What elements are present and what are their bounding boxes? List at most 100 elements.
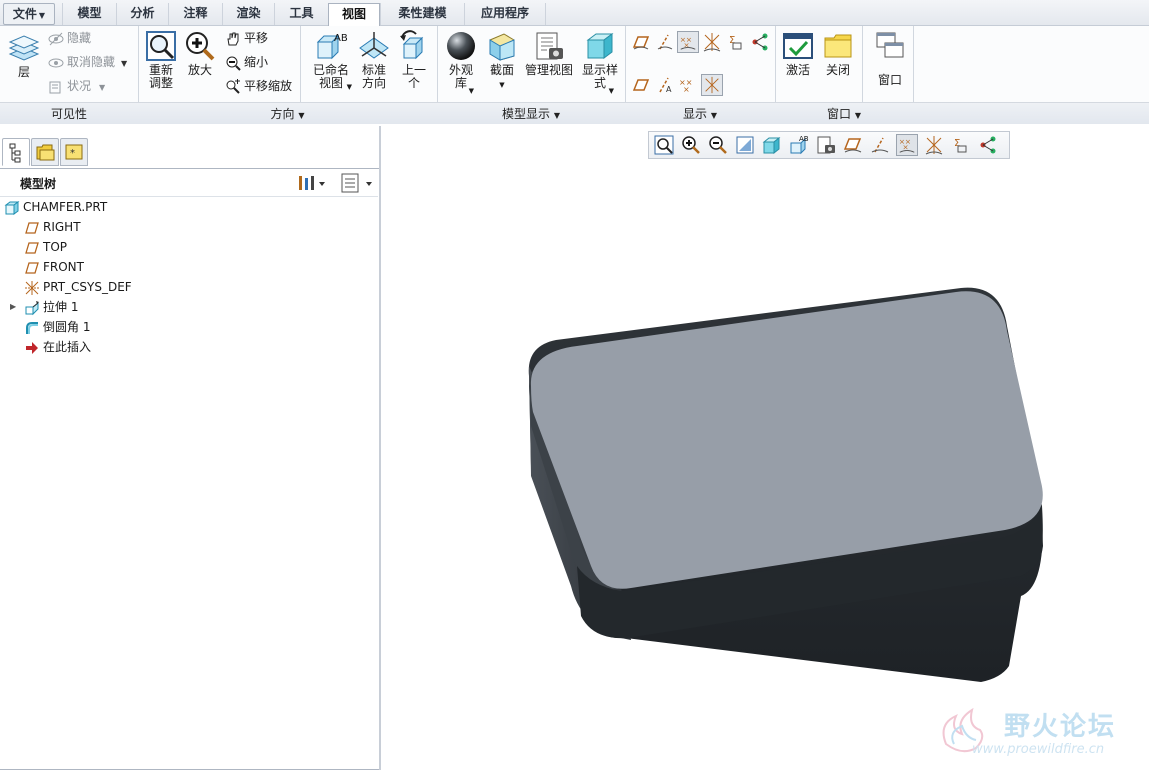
zoom-in-button[interactable]: 放大 — [183, 30, 217, 77]
standard-orientation-button[interactable]: 标准 方向 — [356, 30, 392, 90]
graphics-viewport[interactable] — [381, 126, 1149, 770]
tab-render[interactable]: 渲染 — [222, 3, 274, 25]
zoom-in-icon[interactable] — [680, 134, 702, 156]
tree-item-round[interactable]: 倒圆角 1 — [24, 318, 90, 336]
tab-model[interactable]: 模型 — [62, 3, 116, 25]
section-button[interactable]: 截面 ▼ — [484, 30, 520, 89]
view-manager-icon[interactable] — [815, 134, 837, 156]
3d-notes-icon[interactable] — [977, 134, 999, 156]
unhide-button[interactable]: 取消隐藏 ▼ — [48, 54, 127, 72]
chevron-down-icon: ▼ — [499, 81, 505, 89]
csys-tag-display-icon[interactable] — [701, 74, 723, 96]
navigator-tabs: * — [0, 138, 92, 168]
datum-plane-icon — [25, 241, 39, 254]
saved-orientations-icon[interactable]: AB — [788, 134, 810, 156]
repaint-icon[interactable] — [734, 134, 756, 156]
group-label-orientation[interactable]: 方向 ▼ — [138, 106, 437, 122]
csys-display-icon[interactable] — [923, 134, 945, 156]
tab-folder-browser[interactable] — [31, 138, 59, 166]
3d-notes-icon[interactable] — [749, 31, 771, 53]
tree-item-extrude[interactable]: 拉伸 1 — [24, 298, 78, 316]
hide-label: 隐藏 — [67, 31, 92, 45]
tree-item-label: TOP — [43, 240, 68, 254]
tree-item-label: CHAMFER.PRT — [23, 200, 108, 214]
tab-applications[interactable]: 应用程序 — [464, 3, 546, 25]
zoom-in-label: 放大 — [187, 63, 212, 77]
point-tag-display-icon[interactable]: ××× — [677, 74, 699, 96]
pan-zoom-icon — [226, 78, 240, 94]
standard-orientation-label: 标准 方向 — [361, 63, 386, 90]
zoom-out-icon — [226, 56, 241, 71]
tools-settings-icon — [299, 176, 325, 190]
point-display-icon[interactable]: ××× — [677, 31, 699, 53]
zoom-in-icon — [186, 32, 215, 61]
group-separator — [300, 26, 301, 102]
display-style-icon[interactable] — [761, 134, 783, 156]
named-views-button[interactable]: AB 已命名 视图 ▼ — [308, 30, 354, 91]
axis-display-icon[interactable] — [654, 31, 676, 53]
svg-text:AB: AB — [334, 33, 348, 44]
refit-button[interactable]: 重新 调整 — [143, 30, 179, 90]
tree-item-label: PRT_CSYS_DEF — [43, 280, 132, 294]
axis-tag-display-icon[interactable]: A — [654, 74, 676, 96]
tree-settings-button[interactable] — [296, 173, 326, 196]
tab-model-tree[interactable] — [2, 138, 30, 166]
csys-display-icon[interactable] — [701, 31, 723, 53]
file-menu-button[interactable]: 文件 ▼ — [3, 3, 55, 25]
ribbon-group-labels: 可见性 方向 ▼ 模型显示 ▼ 显示 ▼ 窗口 ▼ — [0, 102, 1149, 124]
appearance-gallery-button[interactable]: 外观 库 ▼ — [442, 30, 480, 95]
status-button[interactable]: 状况 ▼ — [48, 78, 105, 96]
plane-display-icon[interactable] — [842, 134, 864, 156]
group-label-window[interactable]: 窗口 ▼ — [775, 106, 913, 122]
model-tree-icon — [9, 143, 21, 163]
pan-label: 平移 — [244, 31, 269, 45]
tree-item-part[interactable]: CHAMFER.PRT — [4, 198, 107, 216]
plane-tag-display-icon[interactable] — [630, 74, 652, 96]
tree-item-right[interactable]: RIGHT — [24, 218, 81, 236]
previous-view-button[interactable]: 上一 个 — [396, 30, 432, 90]
view-manager-icon — [536, 32, 563, 60]
tree-item-top[interactable]: TOP — [24, 238, 67, 256]
tree-item-insert-here[interactable]: 在此插入 — [24, 338, 91, 356]
pan-button[interactable]: 平移 — [225, 30, 268, 47]
spin-center-icon[interactable]: Σ — [725, 31, 747, 53]
zoom-out-button[interactable]: 缩小 — [225, 54, 268, 71]
tree-item-front[interactable]: FRONT — [24, 258, 84, 276]
previous-view-icon — [400, 30, 424, 60]
window-group-text: 窗口 — [827, 107, 852, 121]
windows-button[interactable]: 窗口 — [870, 30, 910, 87]
group-label-model-display[interactable]: 模型显示 ▼ — [437, 106, 625, 122]
orientation-group-text: 方向 — [270, 107, 295, 121]
pan-zoom-button[interactable]: 平移缩放 — [225, 78, 292, 95]
tab-tools[interactable]: 工具 — [274, 3, 328, 25]
tab-annotate[interactable]: 注释 — [168, 3, 222, 25]
view-manager-button[interactable]: 管理视图 — [522, 30, 576, 77]
insert-here-icon — [26, 341, 38, 354]
zoom-out-icon[interactable] — [707, 134, 729, 156]
tree-show-button[interactable] — [340, 173, 374, 196]
tree-item-csys[interactable]: PRT_CSYS_DEF — [24, 278, 132, 296]
activate-label: 激活 — [785, 63, 810, 77]
chevron-down-icon: ▼ — [121, 59, 128, 68]
tab-favorites[interactable]: * — [60, 138, 88, 166]
tab-view[interactable]: 视图 — [328, 3, 380, 27]
chevron-down-icon: ▼ — [38, 11, 46, 20]
hide-button[interactable]: 隐藏 — [48, 30, 91, 46]
group-label-show[interactable]: 显示 ▼ — [625, 106, 775, 122]
tab-flexible-modeling[interactable]: 柔性建模 — [380, 3, 464, 25]
display-style-cube-icon — [586, 33, 614, 59]
model-display-group-text: 模型显示 — [502, 107, 551, 121]
tab-analysis[interactable]: 分析 — [116, 3, 168, 25]
expand-arrow-icon[interactable]: ▶ — [10, 302, 16, 311]
chevron-down-icon: ▼ — [99, 83, 106, 92]
layer-button[interactable]: 层 — [6, 32, 42, 79]
display-style-button[interactable]: 显示样 式 ▼ — [578, 30, 622, 95]
axis-display-icon[interactable] — [869, 134, 891, 156]
refit-icon[interactable] — [653, 134, 675, 156]
spin-center-icon[interactable]: Σ — [950, 134, 972, 156]
close-window-button[interactable]: 关闭 — [820, 30, 856, 77]
point-display-icon[interactable]: ××× — [896, 134, 918, 156]
activate-window-button[interactable]: 激活 — [780, 30, 816, 77]
svg-text:A: A — [666, 85, 672, 94]
plane-display-icon[interactable] — [630, 31, 652, 53]
